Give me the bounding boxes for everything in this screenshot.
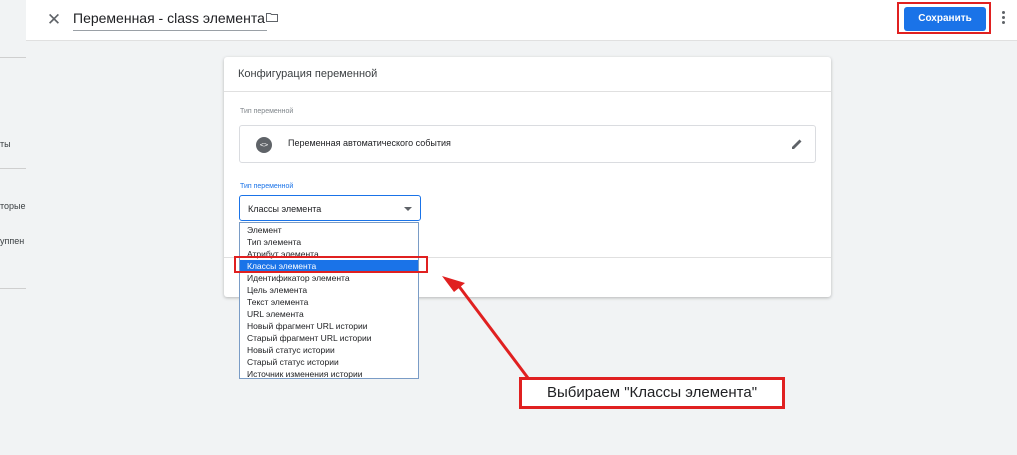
dropdown-option[interactable]: Старый статус истории	[240, 356, 418, 368]
dropdown-option[interactable]: URL элемента	[240, 308, 418, 320]
background-page-panel: ты торые с уппен	[0, 0, 27, 455]
dropdown-option[interactable]: Новый статус истории	[240, 344, 418, 356]
dropdown-option[interactable]: Источник изменения истории	[240, 368, 418, 380]
annotation-callout: Выбираем "Классы элемента"	[519, 377, 785, 409]
background-text: уппен	[0, 236, 25, 246]
divider	[0, 57, 26, 58]
dropdown-option[interactable]: Новый фрагмент URL истории	[240, 320, 418, 332]
card-header: Конфигурация переменной	[224, 57, 831, 92]
edit-pencil-icon[interactable]	[790, 137, 804, 151]
dropdown-option[interactable]: Элемент	[240, 224, 418, 236]
variable-type-select[interactable]: Классы элемента	[239, 195, 421, 221]
divider	[0, 168, 26, 169]
background-text: торые с	[0, 201, 26, 211]
variable-type-selector[interactable]: <> Переменная автоматического события	[239, 125, 816, 163]
select-dropdown-list: Элемент Тип элемента Атрибут элемента Класс…	[239, 222, 419, 379]
card-title: Конфигурация переменной	[238, 68, 378, 80]
close-icon[interactable]: ✕	[44, 10, 64, 30]
background-text: ты	[0, 139, 11, 149]
dropdown-option[interactable]: Тип элемента	[240, 236, 418, 248]
variable-type-label: Тип переменной	[240, 108, 294, 115]
annotation-highlight-save	[897, 2, 991, 34]
more-vert-icon[interactable]	[1002, 11, 1006, 27]
folder-icon[interactable]	[266, 13, 278, 22]
variable-name-input[interactable]: Переменная - class элемента	[73, 10, 267, 31]
annotation-highlight-option	[234, 256, 428, 273]
dropdown-option[interactable]: Старый фрагмент URL истории	[240, 332, 418, 344]
dropdown-option[interactable]: Цель элемента	[240, 284, 418, 296]
dropdown-option[interactable]: Идентификатор элемента	[240, 272, 418, 284]
select-label: Тип переменной	[240, 183, 294, 190]
select-value: Классы элемента	[248, 204, 322, 214]
code-icon: <>	[256, 137, 272, 153]
dropdown-arrow-icon	[404, 207, 412, 211]
divider	[0, 288, 26, 289]
variable-type-name: Переменная автоматического события	[288, 138, 451, 148]
dropdown-option[interactable]: Текст элемента	[240, 296, 418, 308]
